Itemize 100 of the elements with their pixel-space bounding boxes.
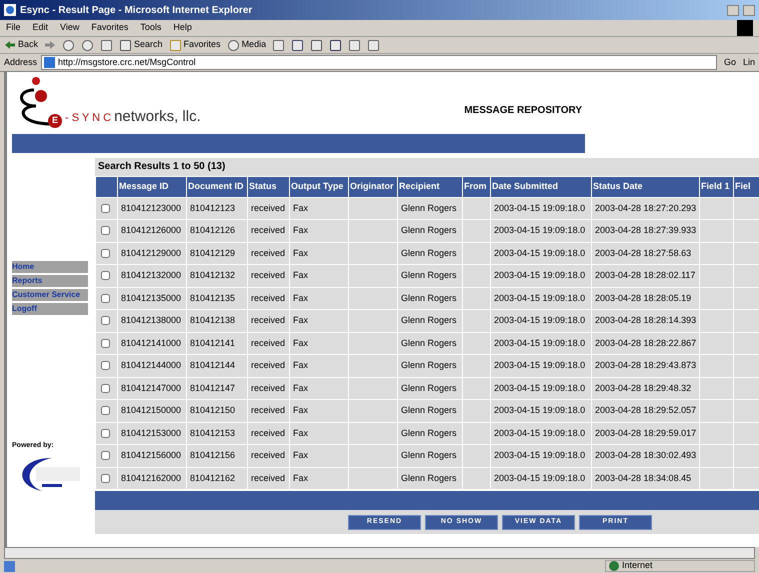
table-cell: received — [248, 444, 290, 467]
toolbar-icon — [348, 38, 362, 52]
toolbar-button[interactable]: Favorites — [168, 38, 221, 52]
row-checkbox[interactable] — [101, 428, 110, 438]
page-title: MESSAGE REPOSITORY — [464, 104, 582, 118]
toolbar-icon — [291, 38, 304, 52]
sidebar-link[interactable]: Logoff — [12, 303, 88, 315]
row-checkbox[interactable] — [101, 204, 110, 213]
zone-label: Internet — [622, 559, 653, 572]
table-cell: Fax — [290, 444, 348, 467]
toolbar-button[interactable] — [310, 38, 324, 52]
table-cell: Glenn Rogers — [398, 354, 462, 377]
table-cell: 2003-04-15 19:09:18.0 — [490, 242, 592, 264]
table-cell: 810412126 — [186, 220, 248, 242]
table-cell: received — [248, 264, 290, 287]
menu-item[interactable]: Help — [173, 21, 192, 35]
table-cell: 2003-04-15 19:09:18.0 — [490, 354, 592, 377]
table-cell: 810412126000 — [118, 220, 186, 242]
row-checkbox[interactable] — [101, 338, 110, 348]
table-cell: 810412156000 — [118, 444, 186, 467]
toolbar-button[interactable] — [272, 38, 286, 52]
column-header: Date Submitted — [490, 176, 592, 197]
toolbar-button[interactable] — [62, 38, 76, 52]
table-cell: 810412141 — [186, 332, 248, 354]
table-cell: 2003-04-15 19:09:18.0 — [490, 197, 592, 220]
toolbar-icon — [100, 38, 114, 52]
table-cell: 2003-04-15 19:09:18.0 — [490, 400, 592, 422]
menu-item[interactable]: File — [6, 21, 21, 35]
back-button[interactable]: Back — [4, 38, 38, 52]
table-cell: 2003-04-28 18:34:08.45 — [592, 467, 700, 490]
logo-letter-badge: E — [48, 114, 62, 128]
table-cell: 2003-04-15 19:09:18.0 — [490, 377, 592, 400]
table-cell: 2003-04-15 19:09:18.0 — [490, 310, 592, 332]
table-cell: received — [248, 242, 290, 264]
table-cell: received — [248, 310, 290, 332]
go-button[interactable]: Go — [720, 56, 739, 70]
maximize-button[interactable] — [743, 4, 755, 16]
column-header: Field 1 — [700, 176, 734, 197]
sidebar-link[interactable]: Reports — [12, 275, 88, 287]
toolbar-button[interactable] — [100, 38, 114, 52]
logo-text: networks, llc. — [114, 106, 201, 126]
address-field[interactable]: http://msgstore.crc.net/MsgControl — [41, 55, 717, 70]
row-checkbox[interactable] — [101, 384, 110, 393]
toolbar-icon — [367, 38, 380, 52]
row-checkbox[interactable] — [101, 226, 110, 236]
toolbar-button[interactable]: Media — [226, 38, 266, 52]
toolbar-button[interactable]: Search — [119, 38, 163, 52]
table-cell: 810412150 — [186, 400, 248, 422]
toolbar-button[interactable] — [367, 38, 380, 52]
menu-item[interactable]: Favorites — [91, 21, 128, 35]
menu-item[interactable]: Tools — [140, 21, 162, 35]
arrow-icon — [4, 40, 16, 50]
table-cell: 810412138000 — [118, 310, 186, 332]
table-cell: received — [248, 354, 290, 377]
row-checkbox[interactable] — [101, 271, 110, 280]
table-cell: 810412144000 — [118, 354, 186, 377]
table-cell: 810412162000 — [118, 467, 186, 490]
table-cell: Glenn Rogers — [398, 467, 462, 490]
table-cell: 2003-04-15 19:09:18.0 — [490, 467, 592, 490]
table-cell: 2003-04-28 18:27:20.293 — [592, 197, 700, 220]
table-cell: 2003-04-15 19:09:18.0 — [490, 287, 592, 310]
address-label: Address — [4, 56, 38, 69]
table-cell: Glenn Rogers — [398, 220, 462, 242]
column-header: Message ID — [118, 176, 186, 197]
links-label[interactable]: Lin — [742, 56, 755, 70]
row-checkbox[interactable] — [101, 474, 110, 483]
toolbar-button[interactable] — [329, 38, 342, 52]
row-checkbox[interactable] — [101, 451, 110, 460]
table-cell: 810412156 — [186, 444, 248, 467]
row-checkbox[interactable] — [101, 316, 110, 326]
sidebar-link[interactable]: Home — [12, 261, 88, 273]
search-icon — [119, 38, 132, 52]
table-cell: 810412153000 — [118, 422, 186, 444]
table-cell: Fax — [290, 287, 348, 310]
table-cell: received — [248, 287, 290, 310]
menu-item[interactable]: View — [60, 21, 80, 35]
table-cell: Fax — [290, 377, 348, 400]
toolbar-button[interactable] — [291, 38, 304, 52]
row-checkbox[interactable] — [101, 406, 110, 416]
row-checkbox[interactable] — [101, 248, 110, 258]
minimize-button[interactable] — [727, 4, 739, 16]
table-cell: 810412123000 — [118, 197, 186, 220]
table-cell: Glenn Rogers — [398, 422, 462, 444]
row-checkbox[interactable] — [101, 294, 110, 303]
table-cell: Fax — [290, 332, 348, 354]
window-title: Esync - Result Page - Microsoft Internet Explorer — [20, 4, 254, 18]
toolbar-button[interactable] — [81, 38, 94, 52]
column-header: Originator — [348, 176, 398, 197]
toolbar-button[interactable] — [348, 38, 362, 52]
horizontal-scrollbar[interactable] — [4, 547, 755, 559]
row-checkbox[interactable] — [101, 361, 110, 370]
table-cell: Fax — [290, 197, 348, 220]
menu-item[interactable]: Edit — [32, 21, 48, 35]
table-cell: 2003-04-28 18:27:39.933 — [592, 220, 700, 242]
table-cell: 810412135000 — [118, 287, 186, 310]
toolbar-icon — [81, 38, 94, 52]
table-cell: Fax — [290, 400, 348, 422]
table-cell: 810412162 — [186, 467, 248, 490]
table-cell: received — [248, 332, 290, 354]
sidebar-link[interactable]: Customer Service — [12, 289, 88, 301]
